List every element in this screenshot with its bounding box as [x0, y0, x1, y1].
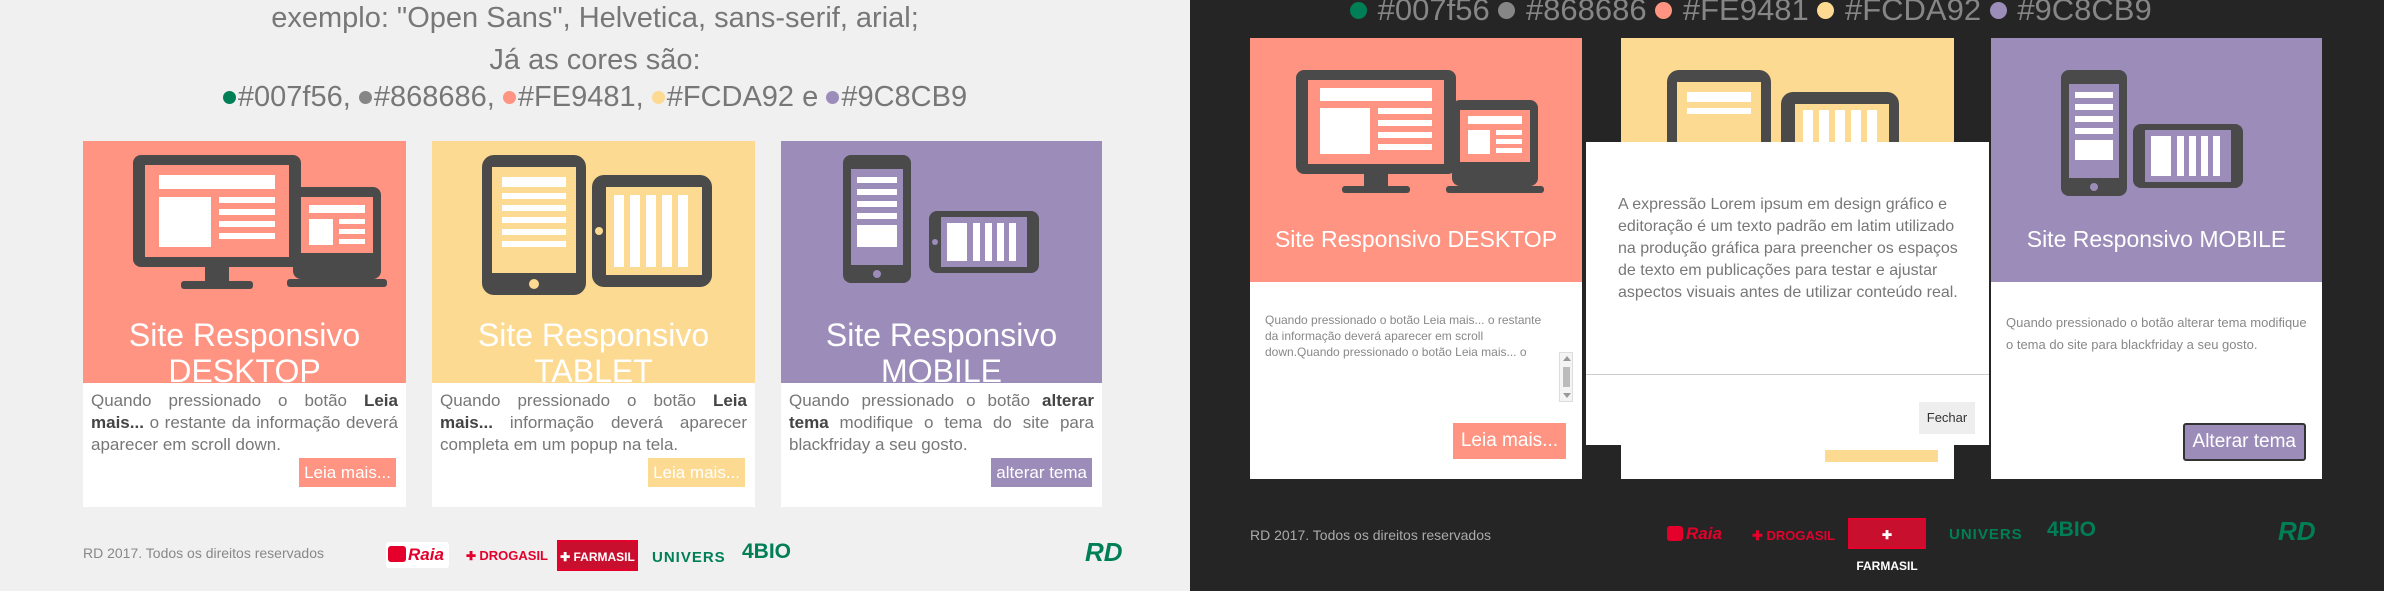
colors-heading: Já as cores são:	[489, 44, 701, 76]
raia-logo: Raia	[1667, 522, 1729, 547]
card-desktop-dark: Site Responsivo DESKTOP Quando pressiona…	[1250, 38, 1582, 479]
color-dot-icon	[1655, 2, 1673, 20]
color-item-yellow: #FCDA92	[1817, 0, 1981, 27]
card-mobile-dark: Site Responsivo MOBILE Quando pressionad…	[1991, 38, 2322, 479]
footer-copyright: RD 2017. Todos os direitos reservados	[83, 545, 324, 561]
card-mobile-dark-description: Quando pressionado o botão alterar tema …	[2006, 315, 2307, 352]
color-item-yellow: #FCDA92	[651, 81, 794, 113]
card-desktop-description: Quando pressionado o botão Leia mais... …	[91, 391, 398, 454]
4bio-logo: 4BIO	[2047, 518, 2097, 541]
card-desktop-dark-title: Site Responsivo DESKTOP	[1274, 226, 1558, 252]
read-more-button[interactable]: Leia mais...	[1452, 423, 1566, 459]
close-modal-button[interactable]: Fechar	[1919, 402, 1975, 434]
color-item-purple: #9C8CB9	[826, 81, 967, 113]
farmasil-logo: ✚ FARMASIL	[557, 540, 638, 571]
univers-logo: UNIVERS	[1949, 526, 2023, 543]
color-item-purple: #9C8CB9	[1989, 0, 2152, 27]
color-item-green: #007f56,	[222, 81, 351, 113]
color-item-salmon: #FE9481	[1655, 0, 1809, 27]
color-dot-icon	[358, 90, 372, 104]
color-item-gray: #868686,	[358, 81, 495, 113]
scrollbar[interactable]	[1559, 352, 1573, 402]
drogasil-logo: ✚ DROGASIL	[466, 548, 549, 563]
card-desktop-title: Site Responsivo DESKTOP	[128, 317, 361, 389]
modal-divider	[1586, 374, 1989, 375]
4bio-logo: 4BIO	[742, 540, 792, 563]
card-mobile-dark-title: Site Responsivo MOBILE	[2026, 226, 2287, 252]
drogasil-logo: ✚ DROGASIL	[1752, 528, 1836, 543]
scroll-down-icon[interactable]	[1563, 393, 1571, 398]
change-theme-button[interactable]: alterar tema	[991, 458, 1092, 487]
change-theme-button[interactable]: Alterar tema	[2182, 423, 2306, 461]
tablet-button-partial	[1825, 450, 1938, 462]
farmasil-logo: ✚ FARMASIL	[1848, 518, 1926, 573]
color-dot-icon	[1498, 2, 1516, 20]
font-example-line: exemplo: "Open Sans", Helvetica, sans-se…	[271, 2, 919, 34]
color-dot-icon	[1989, 2, 2007, 20]
colors-list-dark: #007f56 #868686 #FE9481 #FCDA92 #9C8CB9	[1350, 0, 2152, 28]
color-item-green: #007f56	[1350, 0, 1490, 27]
color-item-gray: #868686	[1498, 0, 1647, 27]
color-dot-icon	[502, 90, 516, 104]
color-item-salmon: #FE9481,	[502, 81, 644, 113]
color-dot-icon	[651, 90, 665, 104]
card-tablet-description: Quando pressionado o botão Leia mais... …	[440, 391, 747, 454]
raia-logo: Raia	[386, 542, 449, 568]
read-more-button[interactable]: Leia mais...	[648, 458, 745, 487]
light-theme-page: exemplo: "Open Sans", Helvetica, sans-se…	[0, 0, 1190, 591]
info-modal: A expressão Lorem ipsum em design gráfic…	[1586, 142, 1989, 445]
card-desktop: Site Responsivo DESKTOP Quando pressiona…	[83, 141, 406, 507]
modal-text: A expressão Lorem ipsum em design gráfic…	[1618, 196, 1958, 301]
color-dot-icon	[1350, 2, 1367, 20]
card-mobile: Site Responsivo MOBILE Quando pressionad…	[781, 141, 1102, 507]
card-mobile-description: Quando pressionado o botão alterar tema …	[789, 391, 1094, 454]
colors-connector: e	[802, 81, 819, 113]
read-more-button[interactable]: Leia mais...	[299, 458, 396, 487]
card-tablet-title: Site Responsivo TABLET	[477, 317, 710, 389]
univers-logo: UNIVERS	[652, 549, 726, 566]
color-dot-icon	[1817, 2, 1835, 20]
card-mobile-title: Site Responsivo MOBILE	[825, 317, 1058, 389]
colors-list: #007f56, #868686, #FE9481, #FCDA92 e #9C…	[0, 81, 1190, 114]
scroll-thumb[interactable]	[1563, 367, 1570, 387]
rd-logo: RD	[1085, 537, 1123, 567]
rd-logo: RD	[2278, 516, 2316, 546]
card-tablet: Site Responsivo TABLET Quando pressionad…	[432, 141, 755, 507]
card-desktop-dark-scroll-text[interactable]: Quando pressionado o botão Leia mais... …	[1265, 312, 1554, 362]
scroll-up-icon[interactable]	[1563, 356, 1571, 361]
footer-copyright-dark: RD 2017. Todos os direitos reservados	[1250, 527, 1491, 543]
color-dot-icon	[826, 90, 840, 104]
color-dot-icon	[222, 90, 236, 104]
